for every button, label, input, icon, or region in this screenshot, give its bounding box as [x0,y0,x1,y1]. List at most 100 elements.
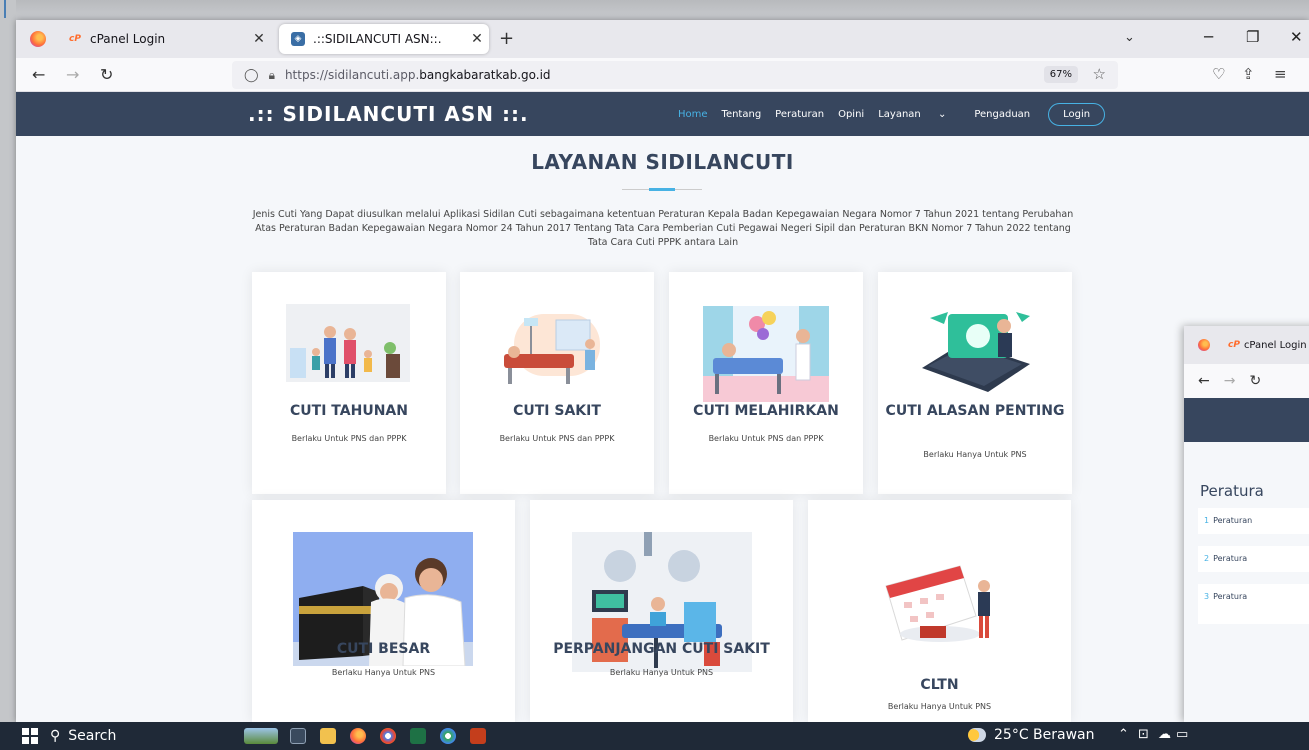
family-illustration-icon [286,304,410,382]
tab-bar: cP cPanel Login ✕ ◈ .::SIDILANCUTI ASN::… [16,20,1309,58]
search-highlight-icon[interactable] [244,728,278,744]
back-icon[interactable]: ← [32,65,45,84]
navigation-toolbar: ← → ↻ ◯ 🔒︎ https://sidilancuti.app.bangk… [16,58,1309,92]
title-divider-accent [649,188,675,191]
firefox-taskbar-icon[interactable] [350,728,366,744]
tab-sidilancuti[interactable]: ◈ .::SIDILANCUTI ASN::. ✕ [279,24,489,54]
forward-icon[interactable]: → [66,65,79,84]
lock-icon[interactable]: 🔒︎ [269,68,275,83]
service-desc: Berlaku Untuk PNS dan PPPK [499,434,615,443]
firefox-view-icon[interactable] [30,31,46,47]
site-icon: ◈ [291,32,305,46]
peraturan-heading: Peratura [1200,482,1264,500]
bookmark-star-icon[interactable]: ☆ [1093,65,1106,83]
service-desc: Berlaku Untuk PNS dan PPPK [291,434,407,443]
login-button[interactable]: Login [1048,102,1106,126]
shield-icon[interactable]: ◯ [244,68,259,83]
close-tab-icon[interactable]: ✕ [465,31,489,47]
maternity-illustration-icon [703,306,829,402]
service-name: CUTI BESAR [336,641,431,657]
service-card-cuti-alasan-penting[interactable]: CUTI ALASAN PENTING Berlaku Hanya Untuk … [878,272,1072,494]
file-explorer-icon[interactable] [320,728,336,744]
intro-text: Jenis Cuti Yang Dapat diusulkan melalui … [252,209,1074,248]
service-name: CUTI TAHUNAN [290,403,408,419]
menu-item-opini[interactable]: Opini [838,109,864,120]
list-item[interactable]: 1 Peraturan [1198,508,1309,534]
meet-icon[interactable]: ⊡ [1138,727,1149,742]
service-card-cuti-melahirkan[interactable]: CUTI MELAHIRKAN Berlaku Untuk PNS dan PP… [669,272,863,494]
tab-title: cPanel Login [90,32,166,46]
service-desc: Berlaku Untuk PNS dan PPPK [708,434,824,443]
calendar-illustration-icon [885,565,990,642]
section-title: LAYANAN SIDILANCUTI [531,150,794,174]
chevron-down-icon: ⌄ [937,108,947,120]
chrome-taskbar-icon[interactable] [380,728,396,744]
new-tab-icon[interactable]: + [499,28,514,49]
list-item[interactable]: 3 Peratura [1198,584,1309,624]
list-tabs-icon[interactable]: ⌄ [1124,30,1135,45]
service-name: CUTI SAKIT [513,403,601,419]
service-name: CUTI MELAHIRKAN [693,403,839,419]
tab-title: .::SIDILANCUTI ASN::. [313,32,442,46]
pocket-icon[interactable]: ♡ [1212,65,1225,83]
menu-item-pengaduan[interactable]: Pengaduan [974,109,1030,120]
weather-widget[interactable]: 25°C Berawan [968,727,1095,743]
second-nav-bar: ← → ↻ [1184,364,1309,398]
service-desc: Berlaku Hanya Untuk PNS [331,668,436,677]
reload-icon[interactable]: ↻ [1249,373,1261,389]
search-label: Search [68,728,117,744]
browser-window: cP cPanel Login ✕ ◈ .::SIDILANCUTI ASN::… [16,20,1309,722]
excel-taskbar-icon[interactable] [410,728,426,744]
minimize-icon[interactable]: ─ [1204,28,1213,46]
laptop-illustration-icon [922,312,1030,392]
reload-icon[interactable]: ↻ [100,65,113,84]
menu-item-layanan[interactable]: Layanan ⌄ [878,109,960,120]
url-text: https://sidilancuti.app.bangkabaratkab.g… [284,68,551,82]
firefox-view-icon[interactable] [1198,339,1210,351]
tab-title[interactable]: cPanel Login [1244,340,1307,351]
partly-cloudy-icon [968,728,986,742]
service-name: PERPANJANGAN CUTI SAKIT [553,641,770,657]
network-icon[interactable]: ☁ [1158,727,1171,742]
back-icon[interactable]: ← [1198,373,1210,389]
service-card-cuti-besar[interactable]: CUTI BESAR Berlaku Hanya Untuk PNS [252,500,515,722]
service-card-cltn[interactable]: CLTN Berlaku Hanya Untuk PNS [808,500,1071,722]
tab-cpanel-login[interactable]: cP cPanel Login ✕ [56,24,271,54]
second-browser-window[interactable]: cP cPanel Login ← → ↻ Peratura 1 Peratura… [1184,326,1309,722]
service-card-cuti-sakit[interactable]: CUTI SAKIT Berlaku Untuk PNS dan PPPK [460,272,654,494]
desktop-accent [4,0,6,18]
close-tab-icon[interactable]: ✕ [247,31,271,47]
windows-start-icon[interactable] [22,728,38,744]
taskbar-search[interactable]: ⚲ Search [50,726,230,746]
sick-bed-illustration-icon [504,314,600,384]
cpanel-icon: cP [69,34,81,44]
address-bar[interactable]: ◯ 🔒︎ https://sidilancuti.app.bangkabarat… [232,61,1118,89]
service-desc: Berlaku Hanya Untuk PNS [923,450,1027,459]
close-window-icon[interactable]: ✕ [1290,28,1303,46]
service-desc: Berlaku Hanya Untuk PNS [887,702,992,711]
restore-icon[interactable]: ❐ [1246,28,1259,46]
powerpoint-taskbar-icon[interactable] [470,728,486,744]
menu-item-home[interactable]: Home [678,109,708,120]
site-header: .:: SIDILANCUTI ASN ::. Home Tentang Per… [16,92,1309,136]
share-icon[interactable]: ⇪ [1242,65,1255,83]
site-brand[interactable]: .:: SIDILANCUTI ASN ::. [248,102,529,126]
desktop-background [0,0,1309,20]
list-item[interactable]: 2 Peratura [1198,546,1309,572]
tray-chevron-up-icon[interactable]: ⌃ [1118,727,1129,742]
search-icon: ⚲ [50,728,61,744]
task-view-icon[interactable] [290,728,306,744]
menu-item-tentang[interactable]: Tentang [722,109,762,120]
cpanel-icon: cP [1228,340,1240,350]
battery-icon[interactable]: ▭ [1176,727,1188,742]
second-site-header [1184,398,1309,442]
service-card-perpanjangan-cuti-sakit[interactable]: PERPANJANGAN CUTI SAKIT Berlaku Hanya Un… [530,500,793,722]
service-card-cuti-tahunan[interactable]: CUTI TAHUNAN Berlaku Untuk PNS dan PPPK [252,272,446,494]
menu-item-peraturan[interactable]: Peraturan [775,109,824,120]
second-tab-bar: cP cPanel Login [1184,326,1309,364]
forward-icon[interactable]: → [1224,373,1236,389]
chrome-profile-taskbar-icon[interactable] [440,728,456,744]
desktop-edge [0,0,16,722]
menu-icon[interactable]: ≡ [1274,65,1287,83]
zoom-level[interactable]: 67% [1043,66,1078,83]
